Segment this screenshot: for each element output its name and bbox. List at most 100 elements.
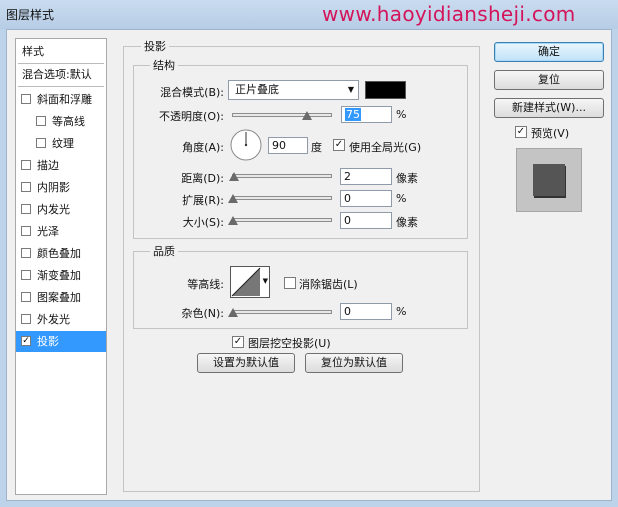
style-item-checkbox[interactable] [21,248,31,258]
style-item-checkbox[interactable] [21,314,31,324]
style-item-checkbox[interactable] [21,270,31,280]
style-item-checkbox[interactable] [21,292,31,302]
style-item-label: 斜面和浮雕 [37,93,92,106]
style-item[interactable]: 纹理 [16,133,106,154]
styles-header-label: 样式 [22,45,44,58]
noise-slider[interactable] [232,310,332,314]
style-item-label: 等高线 [52,115,85,128]
style-item-label: 内阴影 [37,181,70,194]
make-default-button[interactable]: 设置为默认值 [197,353,295,373]
size-slider[interactable] [232,218,332,222]
reset-default-button[interactable]: 复位为默认值 [305,353,403,373]
size-unit: 像素 [396,216,418,229]
preview-swatch [533,164,565,196]
opacity-slider-thumb[interactable] [302,111,312,120]
spread-slider[interactable] [232,196,332,200]
blend-options-label: 混合选项:默认 [22,68,92,81]
style-item-label: 图案叠加 [37,291,81,304]
noise-slider-thumb[interactable] [228,308,238,317]
distance-slider[interactable] [232,174,332,178]
blend-mode-select[interactable]: 正片叠底 ▼ [228,80,359,100]
style-item-checkbox[interactable] [21,160,31,170]
style-item-checkbox[interactable]: ✓ [21,336,31,346]
style-item[interactable]: 内发光 [16,199,106,220]
check-icon: ✓ [334,139,344,150]
shadow-color-fill [366,82,405,98]
style-item[interactable]: 斜面和浮雕 [16,89,106,110]
style-item[interactable]: 外发光 [16,309,106,330]
opacity-label: 不透明度(O): [159,110,224,123]
knockout-checkbox[interactable]: ✓ [232,336,244,348]
styles-header[interactable]: 样式 [16,41,106,62]
style-item-checkbox[interactable] [21,182,31,192]
spread-label: 扩展(R): [182,194,224,207]
divider [18,86,104,87]
style-item-checkbox[interactable] [36,138,46,148]
opacity-unit: % [396,108,407,121]
shadow-color-swatch[interactable] [365,81,406,99]
blend-mode-label: 混合模式(B): [160,86,224,99]
style-item[interactable]: 渐变叠加 [16,265,106,286]
blend-mode-value: 正片叠底 [235,83,279,96]
angle-unit: 度 [311,141,322,154]
style-item-label: 颜色叠加 [37,247,81,260]
spread-slider-thumb[interactable] [228,194,238,203]
style-item-checkbox[interactable] [36,116,46,126]
style-item-label: 渐变叠加 [37,269,81,282]
style-item[interactable]: 光泽 [16,221,106,242]
style-item[interactable]: 描边 [16,155,106,176]
spread-unit: % [396,192,407,205]
quality-title: 品质 [150,243,178,259]
spread-input[interactable]: 0 [340,190,392,207]
style-item-label: 内发光 [37,203,70,216]
style-item-label: 纹理 [52,137,74,150]
angle-dial[interactable] [230,129,262,161]
distance-input[interactable]: 2 [340,168,392,185]
angle-dial-icon [230,129,262,161]
contour-picker[interactable]: ▼ [230,266,270,298]
anti-alias-label: 消除锯齿(L) [299,278,358,291]
opacity-input[interactable]: 75 [341,106,392,123]
style-preview [516,148,582,212]
ok-button[interactable]: 确定 [494,42,604,62]
style-item-label: 描边 [37,159,59,172]
style-item[interactable]: ✓ 投影 [16,331,106,352]
style-item[interactable]: 颜色叠加 [16,243,106,264]
noise-unit: % [396,305,407,318]
watermark: www.haoyidiansheji.com [322,2,576,26]
preview-checkbox[interactable]: ✓ [515,126,527,138]
style-item[interactable]: 等高线 [16,111,106,132]
window-title: 图层样式 [6,8,55,22]
noise-label: 杂色(N): [181,307,224,320]
size-input[interactable]: 0 [340,212,392,229]
chevron-down-icon: ▼ [347,85,354,94]
distance-unit: 像素 [396,172,418,185]
preview-label: 预览(V) [531,127,570,140]
panel-title: 投影 [141,38,169,54]
check-icon: ✓ [516,126,526,137]
opacity-value: 75 [345,108,361,121]
style-item-checkbox[interactable] [21,204,31,214]
distance-label: 距离(D): [181,172,224,185]
global-light-checkbox[interactable]: ✓ [333,139,345,151]
style-item-checkbox[interactable] [21,226,31,236]
style-item[interactable]: 图案叠加 [16,287,106,308]
style-item-checkbox[interactable] [21,94,31,104]
style-item[interactable]: 内阴影 [16,177,106,198]
structure-title: 结构 [150,57,178,73]
anti-alias-checkbox[interactable] [284,277,296,289]
opacity-slider[interactable] [232,113,332,117]
chevron-down-icon: ▼ [262,277,268,285]
contour-label: 等高线: [187,278,224,291]
distance-slider-thumb[interactable] [229,172,239,181]
noise-input[interactable]: 0 [340,303,392,320]
contour-preview-icon [231,267,261,297]
style-item-label: 外发光 [37,313,70,326]
new-style-button[interactable]: 新建样式(W)... [494,98,604,118]
size-slider-thumb[interactable] [228,216,238,225]
global-light-label: 使用全局光(G) [349,141,422,154]
blend-options-item[interactable]: 混合选项:默认 [16,64,106,85]
size-label: 大小(S): [182,216,224,229]
reset-button[interactable]: 复位 [494,70,604,90]
angle-input[interactable]: 90 [268,137,308,154]
